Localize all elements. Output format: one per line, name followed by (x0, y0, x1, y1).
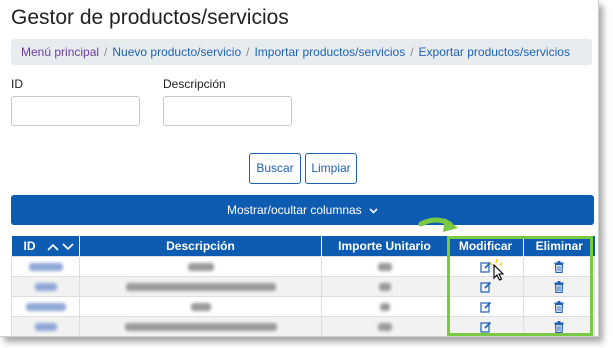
breadcrumb-new-product[interactable]: Nuevo producto/servicio (112, 45, 241, 59)
breadcrumb-main-menu[interactable]: Menú principal (21, 45, 99, 59)
breadcrumb-import-products[interactable]: Importar productos/servicios (254, 45, 405, 59)
row-delete-cell (523, 296, 595, 317)
redacted-price (377, 263, 392, 272)
id-field[interactable] (11, 96, 140, 126)
redacted-description (125, 283, 276, 292)
redacted-description (187, 263, 214, 272)
trash-icon[interactable] (554, 321, 564, 334)
breadcrumb-export-products[interactable]: Exportar productos/servicios (419, 45, 570, 59)
columns-toggle-button[interactable]: Mostrar/ocultar columnas (11, 195, 594, 225)
row-modify-cell (447, 276, 524, 297)
columns-toggle-label: Mostrar/ocultar columnas (226, 203, 362, 217)
mouse-cursor-icon (489, 259, 505, 281)
row-id-cell[interactable] (11, 256, 80, 277)
breadcrumb: Menú principal / Nuevo producto/servicio / I… (11, 39, 592, 65)
column-header-id[interactable]: ID (11, 236, 80, 257)
redacted-price (377, 323, 392, 332)
redacted-id (34, 283, 57, 292)
redacted-id (25, 303, 66, 312)
row-id-cell[interactable] (11, 276, 80, 297)
search-button[interactable]: Buscar (249, 153, 301, 184)
row-description-cell (79, 296, 322, 317)
breadcrumb-separator: / (410, 45, 414, 59)
row-price-cell (321, 296, 448, 317)
breadcrumb-separator: / (246, 45, 250, 59)
pointer-arrow-icon (418, 217, 458, 232)
redacted-price (379, 303, 390, 312)
id-label: ID (11, 77, 23, 91)
column-header-delete: Eliminar (523, 236, 595, 257)
row-delete-cell (523, 316, 595, 336)
redacted-price (378, 283, 391, 292)
row-id-cell[interactable] (11, 316, 80, 336)
trash-icon[interactable] (554, 261, 564, 274)
trash-icon[interactable] (554, 281, 564, 294)
table-row (11, 276, 595, 297)
edit-icon[interactable] (479, 321, 492, 333)
row-id-cell[interactable] (11, 296, 80, 317)
column-header-description[interactable]: Descripción (79, 236, 322, 257)
row-description-cell (79, 276, 322, 297)
redacted-id (28, 263, 63, 272)
products-table: ID Descripción Importe Unitario Modifica… (11, 236, 595, 336)
table-header-row: ID Descripción Importe Unitario Modifica… (11, 236, 595, 257)
row-delete-cell (523, 256, 595, 277)
trash-icon[interactable] (554, 301, 564, 314)
redacted-description (190, 303, 211, 312)
page-title: Gestor de productos/servicios (11, 6, 289, 29)
table-row (11, 296, 595, 317)
description-label: Descripción (163, 77, 226, 91)
row-modify-cell (447, 296, 524, 317)
edit-icon[interactable] (479, 281, 492, 293)
row-modify-cell (447, 316, 524, 336)
row-modify-cell (447, 256, 524, 277)
redacted-description (124, 323, 277, 332)
app-window: Gestor de productos/servicios Menú princ… (0, 0, 599, 337)
id-header-label: ID (23, 239, 36, 253)
row-delete-cell (523, 276, 595, 297)
redacted-id (34, 323, 57, 332)
description-field[interactable] (163, 96, 292, 126)
row-price-cell (321, 316, 448, 336)
breadcrumb-separator: / (104, 45, 108, 59)
chevron-down-icon[interactable] (62, 243, 74, 251)
row-description-cell (79, 316, 322, 336)
row-price-cell (321, 256, 448, 277)
chevron-down-icon (369, 208, 378, 214)
table-row (11, 316, 595, 336)
clear-button[interactable]: Limpiar (305, 153, 357, 184)
table-row (11, 256, 595, 277)
edit-icon[interactable] (479, 301, 492, 313)
chevron-up-icon[interactable] (47, 243, 59, 251)
row-price-cell (321, 276, 448, 297)
row-description-cell (79, 256, 322, 277)
